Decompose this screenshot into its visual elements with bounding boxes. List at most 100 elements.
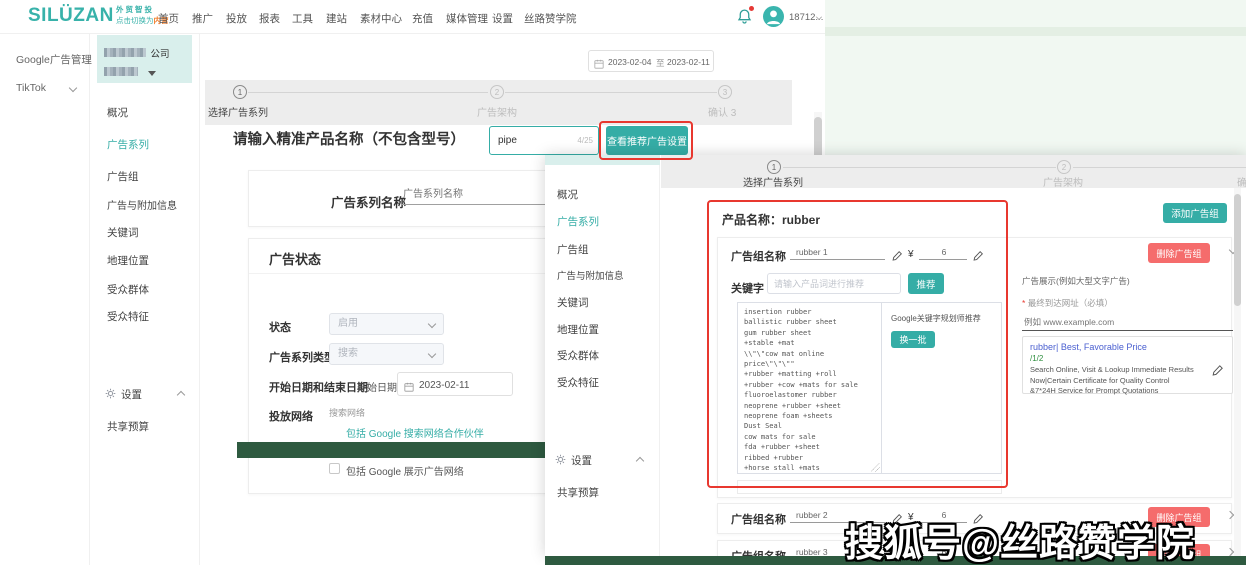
nav-item-media[interactable]: 媒体管理 <box>446 11 488 26</box>
nav-item-tools[interactable]: 工具 <box>292 11 313 26</box>
bell-icon[interactable] <box>736 8 753 30</box>
view-recommended-settings-button[interactable]: 查看推荐广告设置 <box>606 126 688 155</box>
add-adgroup-button[interactable]: 添加广告组 <box>1163 203 1227 223</box>
overlay-scrollbar-thumb[interactable] <box>1234 194 1241 306</box>
avatar[interactable] <box>763 6 784 27</box>
ad-preview-display-url: /1/2 <box>1030 354 1232 363</box>
overlay-sidebar-item-keywords[interactable]: 关键词 <box>557 295 589 310</box>
top-navbar: SILÜZAN 外贸智投 点击切换为内营 首页 推广 投放 报表 工具 建站 素… <box>0 0 825 34</box>
start-date-picker[interactable]: 2023-02-11 <box>397 372 513 396</box>
sidebar-item-adgroups[interactable]: 广告组 <box>107 169 139 184</box>
calendar-icon <box>594 56 604 74</box>
overlay-sidebar-item-demographics[interactable]: 受众特征 <box>557 375 599 390</box>
adgroup-name-label: 广告组名称 <box>731 248 786 264</box>
date-range-picker[interactable]: 2023-02-04 至 2023-02-11 <box>588 50 714 72</box>
overlay-sidebar-item-audiences[interactable]: 受众群体 <box>557 348 599 363</box>
status-select[interactable]: 启用 <box>329 313 444 335</box>
keywords-textarea-wrap: insertion rubber ballistic rubber sheet … <box>737 302 882 474</box>
step-2-circle: 2 <box>490 85 504 99</box>
sidebar-item-keywords[interactable]: 关键词 <box>107 225 139 240</box>
campaign-name-label: 广告系列名称 <box>331 192 406 211</box>
start-date-label: 开始日期 <box>357 379 397 394</box>
nav-item-sitebuild[interactable]: 建站 <box>326 11 347 26</box>
overlay-sidebar-item-overview[interactable]: 概况 <box>557 187 578 202</box>
edit-pencil-icon[interactable] <box>973 248 984 266</box>
settings-collapse-chevron-icon[interactable] <box>177 391 185 399</box>
ad-preview-headline[interactable]: rubber| Best, Favorable Price <box>1030 342 1232 352</box>
overlay-sidebar-item-campaigns[interactable]: 广告系列 <box>557 214 599 229</box>
nav-item-settings[interactable]: 设置 <box>492 11 513 26</box>
search-partner-label: 包括 Google 搜索网络合作伙伴 <box>346 425 484 440</box>
product-name-input-wrap: 4/25 <box>489 126 599 155</box>
change-batch-button[interactable]: 换一批 <box>891 331 935 348</box>
nav-item-reports[interactable]: 报表 <box>259 11 280 26</box>
keywords-textarea[interactable]: insertion rubber ballistic rubber sheet … <box>738 303 881 473</box>
delete-adgroup-button-1[interactable]: 删除广告组 <box>1148 243 1210 263</box>
sidebar-item-shared-budget[interactable]: 共享预算 <box>107 419 149 434</box>
overlay-settings-collapse-chevron-icon[interactable] <box>636 457 644 465</box>
sidebar-item-demographics[interactable]: 受众特征 <box>107 309 149 324</box>
step-2-label: 广告架构 <box>477 104 517 119</box>
platform-rail: Google广告管理 TikTok <box>0 34 90 565</box>
edit-pencil-icon[interactable] <box>1212 363 1224 381</box>
brand-logo[interactable]: SILÜZAN <box>28 5 114 27</box>
rail-item-tiktok[interactable]: TikTok <box>16 82 46 94</box>
step-3-circle: 3 <box>718 85 732 99</box>
overlay-sidebar-item-locations[interactable]: 地理位置 <box>557 322 599 337</box>
tiktok-chevron-icon[interactable] <box>69 84 77 92</box>
ad-preview-title: 广告展示(例如大型文字广告) <box>1022 275 1130 287</box>
sidebar-item-overview[interactable]: 概况 <box>107 105 128 120</box>
nav-item-promote[interactable]: 推广 <box>192 11 213 26</box>
keyword-search-input[interactable] <box>767 273 901 294</box>
nav-item-home[interactable]: 首页 <box>158 11 179 26</box>
resize-grip-icon[interactable] <box>871 463 880 472</box>
step-3-label: 确认 3 <box>708 104 736 119</box>
watermark: 搜狐号@丝路赞学院 <box>845 512 1195 565</box>
nav-item-recharge[interactable]: 充值 <box>412 11 433 26</box>
date-end[interactable]: 2023-02-11 <box>667 57 710 67</box>
gear-icon <box>555 452 566 470</box>
overlay-sidebar-item-settings[interactable]: 设置 <box>571 453 592 468</box>
display-network-checkbox[interactable] <box>329 463 340 474</box>
sidebar-item-ads[interactable]: 广告与附加信息 <box>107 197 177 212</box>
product-name-input[interactable] <box>492 129 568 152</box>
overlay-sidebar-item-adgroups[interactable]: 广告组 <box>557 242 589 257</box>
search-network-label: 搜索网络 <box>329 406 365 419</box>
nav-item-materials[interactable]: 素材中心 <box>360 11 402 26</box>
adgroup-name-input[interactable]: rubber 1 <box>790 247 885 260</box>
rail-item-google-ads[interactable]: Google广告管理 <box>16 52 92 67</box>
overlay-sidebar-item-ads[interactable]: 广告与附加信息 <box>557 268 624 282</box>
account-sidebar: 公司 概况 广告系列 广告组 广告与附加信息 关键词 地理位置 受众群体 受众特… <box>90 34 200 565</box>
date-start[interactable]: 2023-02-04 <box>608 57 651 67</box>
keyword-recommend-button[interactable]: 推荐 <box>908 273 944 294</box>
overlay-step-1-label: 选择广告系列 <box>743 174 803 189</box>
calendar-icon <box>404 379 414 397</box>
account-header[interactable]: 公司 <box>97 35 192 83</box>
nav-item-academy[interactable]: 丝路赞学院 <box>524 11 577 26</box>
sidebar-item-locations[interactable]: 地理位置 <box>107 253 149 268</box>
sidebar-item-audiences[interactable]: 受众群体 <box>107 282 149 297</box>
overlay-account-header-sliver <box>545 155 660 165</box>
final-url-label: * 最终到达网址（必填） <box>1022 297 1113 309</box>
page-background-band <box>825 27 1246 36</box>
account-dropdown-caret-icon[interactable] <box>148 71 156 76</box>
overlay-sidebar-item-shared-budget[interactable]: 共享预算 <box>557 485 599 500</box>
sidebar-item-campaigns[interactable]: 广告系列 <box>107 137 149 152</box>
product-prompt: 请输入精准产品名称（不包含型号） <box>233 128 465 149</box>
gear-icon <box>105 386 116 404</box>
account-selector[interactable] <box>104 63 156 81</box>
overlay-step-2-circle: 2 <box>1057 160 1071 174</box>
nav-item-delivery[interactable]: 投放 <box>226 11 247 26</box>
adgroup-name-label: 广告组名称 <box>731 511 786 527</box>
overlay-step-3-label: 确认 3 <box>1237 174 1246 189</box>
sidebar-item-settings[interactable]: 设置 <box>121 387 142 402</box>
edit-pencil-icon[interactable] <box>892 248 903 266</box>
adgroup-bid-input[interactable]: 6 <box>919 247 967 260</box>
network-label: 投放网络 <box>269 408 313 424</box>
step-1-label: 选择广告系列 <box>208 104 268 119</box>
final-url-input[interactable] <box>1022 313 1233 331</box>
campaign-type-select[interactable]: 搜索 <box>329 343 444 365</box>
overlay-product-name: 产品名称：rubber <box>722 211 820 228</box>
step-1-circle: 1 <box>233 85 247 99</box>
overlay-scrollbar[interactable] <box>1234 188 1241 556</box>
